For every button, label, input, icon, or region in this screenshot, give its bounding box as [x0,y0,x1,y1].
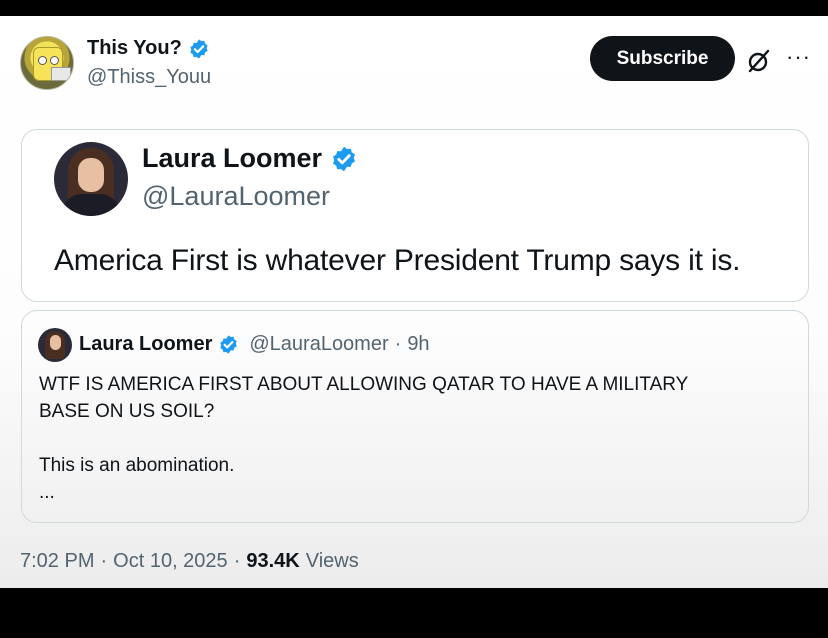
quoted-tweet-card[interactable]: Laura Loomer @LauraLoomer · 9h WTF IS AM… [21,310,809,523]
author-display-name: This You? [87,37,182,59]
tweet-footer: 7:02 PM · Oct 10, 2025 · 93.4K Views [20,550,359,573]
quoted-text-line: This is an abomination. [39,455,235,476]
post-date[interactable]: Oct 10, 2025 [113,550,228,573]
quoted-author-avatar[interactable] [38,328,72,362]
quoted-author-display-name[interactable]: Laura Loomer [79,333,212,356]
letterbox-top [0,0,828,16]
quoted-tweet-time[interactable]: 9h [407,333,429,356]
post-time[interactable]: 7:02 PM [20,550,94,573]
author-handle[interactable]: @Thiss_Youu [87,66,211,89]
author-avatar[interactable] [20,36,74,90]
quoted-text-line: BASE ON US SOIL? [39,401,215,422]
quoted-tweet-meta: Laura Loomer @LauraLoomer · 9h [79,333,430,356]
footer-separator: · [100,550,108,572]
quoted-tweet-body: WTF IS AMERICA FIRST ABOUT ALLOWING QATA… [39,371,779,506]
tweet-frame: This You? @Thiss_Youu Subscribe ··· Laur… [0,16,828,588]
quote-author-avatar[interactable] [54,142,128,216]
quote-author-handle[interactable]: @LauraLoomer [142,181,330,212]
footer-separator: · [233,550,241,572]
more-icon[interactable]: ··· [786,46,811,68]
author-name-row[interactable]: This You? [87,37,210,60]
views-count: 93.4K [246,550,300,572]
grok-icon[interactable] [746,48,772,74]
quote-author-display-name: Laura Loomer [142,143,323,173]
quoted-text-ellipsis: ... [39,482,55,503]
verified-badge-icon [218,334,239,355]
quote-author-name-row[interactable]: Laura Loomer [142,143,358,174]
subscribe-button[interactable]: Subscribe [590,36,735,81]
verified-badge-icon [330,145,358,173]
quoted-text-line: WTF IS AMERICA FIRST ABOUT ALLOWING QATA… [39,374,689,395]
meta-separator: · [394,333,402,355]
views-label: Views [305,550,359,572]
verified-badge-icon [188,38,210,60]
quoted-author-handle[interactable]: @LauraLoomer [249,333,388,356]
quote-text: America First is whatever President Trum… [54,244,741,277]
letterbox-bottom [0,588,828,638]
quote-card[interactable]: Laura Loomer @LauraLoomer America First … [21,129,809,302]
